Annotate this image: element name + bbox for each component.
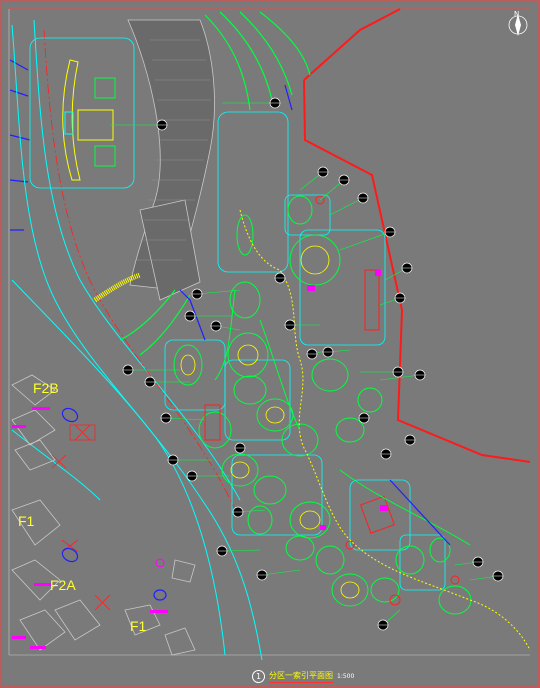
drawing-title-block: 1 分区一索引平面图 1:500 bbox=[252, 668, 354, 684]
blue-pools bbox=[61, 407, 167, 601]
road-curves bbox=[11, 19, 263, 661]
entrance-plaza bbox=[29, 37, 135, 189]
cad-drawing-sheet bbox=[0, 0, 540, 688]
magenta-marker bbox=[155, 558, 165, 568]
drawing-title: 分区一索引平面图 bbox=[269, 670, 333, 683]
zone-label-f2b: F2B bbox=[33, 380, 59, 396]
landscape-pod-details bbox=[180, 245, 360, 599]
north-label: N bbox=[514, 10, 520, 18]
zone-label-f1-upper: F1 bbox=[18, 513, 35, 529]
north-arrow: N bbox=[508, 10, 528, 38]
drawing-scale: 1:500 bbox=[337, 672, 355, 680]
zone-label-f1-lower: F1 bbox=[130, 618, 147, 634]
site-edge-lines bbox=[9, 59, 31, 231]
drawing-number: 1 bbox=[252, 669, 265, 683]
magenta-feature-markers bbox=[307, 270, 388, 530]
detail-zone-frames bbox=[164, 111, 446, 591]
zone-label-f2a: F2A bbox=[50, 577, 76, 593]
red-feature-markers bbox=[204, 195, 460, 606]
site-boundary-line bbox=[303, 8, 531, 463]
garden-edge bbox=[214, 289, 471, 546]
